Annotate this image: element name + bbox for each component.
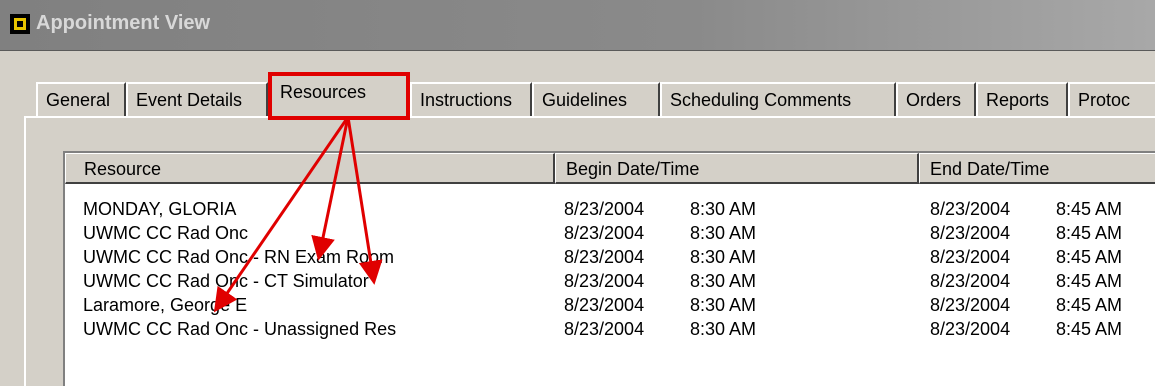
- begin-date-cell: 8/23/2004: [564, 223, 645, 243]
- table-row[interactable]: UWMC CC Rad Onc - CT Simulator 8/23/2004…: [65, 269, 1155, 293]
- end-time-cell: 8:45 AM: [1056, 319, 1123, 339]
- resource-cell: UWMC CC Rad Onc - RN Exam Room: [83, 247, 395, 267]
- column-header-begin-date-time[interactable]: Begin Date/Time: [555, 153, 919, 184]
- resource-cell: MONDAY, GLORIA: [83, 199, 237, 219]
- begin-date-cell: 8/23/2004: [564, 295, 645, 315]
- appointment-view-window: Appointment View General Event Details R…: [0, 0, 1155, 386]
- begin-date-cell: 8/23/2004: [564, 199, 645, 219]
- table-row[interactable]: MONDAY, GLORIA 8/23/2004 8:30 AM 8/23/20…: [65, 197, 1155, 221]
- tab-event-details[interactable]: Event Details: [126, 82, 268, 116]
- end-time-cell: 8:45 AM: [1056, 199, 1123, 219]
- tab-resources[interactable]: Resources: [268, 72, 410, 120]
- table-row[interactable]: UWMC CC Rad Onc 8/23/2004 8:30 AM 8/23/2…: [65, 221, 1155, 245]
- begin-time-cell: 8:30 AM: [690, 295, 757, 315]
- begin-date-cell: 8/23/2004: [564, 271, 645, 291]
- column-header-end-date-time[interactable]: End Date/Time: [919, 153, 1155, 184]
- end-date-cell: 8/23/2004: [930, 199, 1011, 219]
- column-header-resource[interactable]: Resource: [65, 153, 555, 184]
- begin-time-cell: 8:30 AM: [690, 223, 757, 243]
- end-date-cell: 8/23/2004: [930, 271, 1011, 291]
- begin-time-cell: 8:30 AM: [690, 247, 757, 267]
- resource-cell: UWMC CC Rad Onc: [83, 223, 249, 243]
- tab-guidelines[interactable]: Guidelines: [532, 82, 660, 116]
- resources-list-view[interactable]: Resource Begin Date/Time End Date/Time M…: [63, 151, 1155, 386]
- begin-date-cell: 8/23/2004: [564, 247, 645, 267]
- end-date-cell: 8/23/2004: [930, 319, 1011, 339]
- end-time-cell: 8:45 AM: [1056, 271, 1123, 291]
- resource-cell: Laramore, George E: [83, 295, 248, 315]
- table-row[interactable]: UWMC CC Rad Onc - RN Exam Room 8/23/2004…: [65, 245, 1155, 269]
- tab-strip: General Event Details Resources Instruct…: [0, 72, 1155, 120]
- title-bar[interactable]: Appointment View: [0, 0, 1155, 51]
- tab-general[interactable]: General: [36, 82, 126, 116]
- resource-cell: UWMC CC Rad Onc - CT Simulator: [83, 271, 369, 291]
- tab-orders[interactable]: Orders: [896, 82, 976, 116]
- resource-cell: UWMC CC Rad Onc - Unassigned Res: [83, 319, 397, 339]
- end-date-cell: 8/23/2004: [930, 247, 1011, 267]
- table-row[interactable]: UWMC CC Rad Onc - Unassigned Res 8/23/20…: [65, 317, 1155, 341]
- calendar-app-icon: [10, 14, 30, 34]
- tab-protocols[interactable]: Protoc: [1068, 82, 1155, 116]
- tab-scheduling-comments[interactable]: Scheduling Comments: [660, 82, 896, 116]
- end-time-cell: 8:45 AM: [1056, 223, 1123, 243]
- table-row[interactable]: Laramore, George E 8/23/2004 8:30 AM 8/2…: [65, 293, 1155, 317]
- end-date-cell: 8/23/2004: [930, 223, 1011, 243]
- tab-reports[interactable]: Reports: [976, 82, 1068, 116]
- window-title: Appointment View: [36, 12, 211, 34]
- end-time-cell: 8:45 AM: [1056, 295, 1123, 315]
- begin-time-cell: 8:30 AM: [690, 199, 757, 219]
- tab-instructions[interactable]: Instructions: [410, 82, 532, 116]
- begin-time-cell: 8:30 AM: [690, 271, 757, 291]
- end-time-cell: 8:45 AM: [1056, 247, 1123, 267]
- begin-date-cell: 8/23/2004: [564, 319, 645, 339]
- end-date-cell: 8/23/2004: [930, 295, 1011, 315]
- begin-time-cell: 8:30 AM: [690, 319, 757, 339]
- list-header: Resource Begin Date/Time End Date/Time: [65, 153, 1155, 184]
